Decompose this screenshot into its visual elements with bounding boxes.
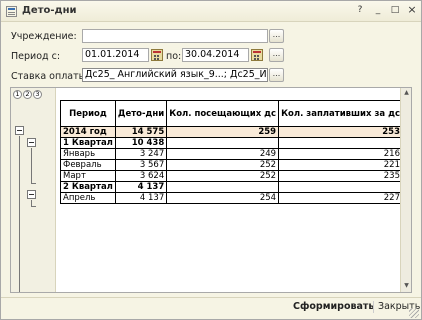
grouping-gutter: 1 2 3 — [11, 88, 56, 292]
calendar-icon[interactable] — [251, 49, 263, 61]
help-icon[interactable]: ? — [353, 4, 367, 17]
table-cell: 4 137 — [114, 181, 168, 193]
period-from-field[interactable]: 01.01.2014 — [82, 48, 149, 62]
table-cell: Апрель — [60, 192, 116, 204]
table-cell: 259 — [166, 126, 280, 138]
table-cell: 227 — [278, 192, 403, 204]
table-cell: Февраль — [60, 159, 116, 171]
group-level-2-button[interactable]: 2 — [23, 90, 32, 99]
report-area[interactable]: 1 2 3 Период Дето-дни Кол. посещающих дс… — [10, 87, 412, 293]
table-row-quarter[interactable]: 1 Квартал 10 438 — [60, 137, 403, 149]
institution-label: Учреждение: — [11, 31, 77, 42]
institution-field[interactable] — [82, 29, 268, 43]
table-cell: 2 Квартал — [60, 181, 116, 193]
period-to-field[interactable]: 30.04.2014 — [182, 48, 249, 62]
scroll-down-icon[interactable]: ▼ — [402, 281, 411, 291]
table-cell: 216 — [278, 148, 403, 160]
footer-divider — [1, 297, 421, 298]
report-icon — [6, 6, 17, 17]
table-row-year[interactable]: 2014 год 14 575 259 253 — [60, 126, 403, 138]
table-cell: 221 — [278, 159, 403, 171]
collapse-quarter-1-icon[interactable] — [27, 138, 36, 147]
title-bar[interactable]: Дето-дни ? _ □ × — [1, 1, 421, 22]
table-cell — [278, 137, 403, 149]
table-cell: 10 438 — [114, 137, 168, 149]
period-select-button[interactable]: ... — [269, 48, 284, 62]
table-row-month[interactable]: Март 3 624 252 235 — [60, 170, 403, 182]
rate-select-button[interactable]: ... — [269, 68, 284, 82]
close-icon[interactable]: × — [405, 4, 419, 17]
table-cell: 252 — [166, 170, 280, 182]
group-level-3-button[interactable]: 3 — [33, 90, 42, 99]
table-cell: 2014 год — [60, 126, 116, 138]
group-level-1-button[interactable]: 1 — [13, 90, 22, 99]
rate-label: Ставка оплаты: — [11, 71, 90, 82]
window-title: Дето-дни — [22, 5, 77, 16]
table-cell — [166, 137, 280, 149]
generate-button[interactable]: Сформировать — [293, 301, 374, 312]
table-cell: 3 567 — [114, 159, 168, 171]
table-cell — [166, 181, 280, 193]
table-cell: 252 — [166, 159, 280, 171]
rate-field[interactable]: Дс25_ Английский язык_9...; Дс25_ИЗО_... — [82, 68, 268, 82]
scroll-up-icon[interactable]: ▲ — [402, 88, 411, 98]
vertical-scrollbar[interactable]: ▲ ▼ — [400, 88, 411, 292]
table-cell: 249 — [166, 148, 280, 160]
period-to-label: по: — [166, 51, 182, 62]
table-cell: 1 Квартал — [60, 137, 116, 149]
quarter-1-group-end — [31, 183, 36, 184]
report-window: Дето-дни ? _ □ × Учреждение: ... Период … — [0, 0, 422, 320]
period-from-label: Период с: — [11, 51, 61, 62]
quarter-1-group-line — [31, 148, 32, 183]
table-cell: 3 247 — [114, 148, 168, 160]
table-row-month[interactable]: Январь 3 247 249 216 — [60, 148, 403, 160]
column-header-child-days: Дето-дни — [114, 100, 168, 127]
report-table: Период Дето-дни Кол. посещающих дс Кол. … — [60, 100, 403, 204]
collapse-year-icon[interactable] — [15, 126, 24, 135]
table-row-month[interactable]: Апрель 4 137 254 227 — [60, 192, 403, 204]
resize-grip-icon[interactable] — [409, 308, 419, 318]
table-cell: 235 — [278, 170, 403, 182]
column-header-period: Период — [60, 100, 116, 127]
table-cell — [278, 181, 403, 193]
table-cell: 253 — [278, 126, 403, 138]
calendar-icon[interactable] — [151, 49, 163, 61]
institution-select-button[interactable]: ... — [269, 29, 284, 43]
table-cell: Март — [60, 170, 116, 182]
minimize-icon[interactable]: _ — [371, 4, 385, 17]
table-cell: 3 624 — [114, 170, 168, 182]
action-separator — [373, 301, 374, 313]
column-header-attending: Кол. посещающих дс — [166, 100, 280, 127]
table-cell: 254 — [166, 192, 280, 204]
quarter-2-group-end — [31, 206, 36, 207]
table-row-month[interactable]: Февраль 3 567 252 221 — [60, 159, 403, 171]
table-cell: 14 575 — [114, 126, 168, 138]
table-row-quarter[interactable]: 2 Квартал 4 137 — [60, 181, 403, 193]
collapse-quarter-2-icon[interactable] — [27, 190, 36, 199]
year-group-line — [19, 136, 20, 292]
table-cell: Январь — [60, 148, 116, 160]
table-cell: 4 137 — [114, 192, 168, 204]
table-header-row: Период Дето-дни Кол. посещающих дс Кол. … — [60, 100, 403, 127]
column-header-paid: Кол. заплативших за дс — [278, 100, 403, 127]
maximize-icon[interactable]: □ — [388, 4, 402, 17]
